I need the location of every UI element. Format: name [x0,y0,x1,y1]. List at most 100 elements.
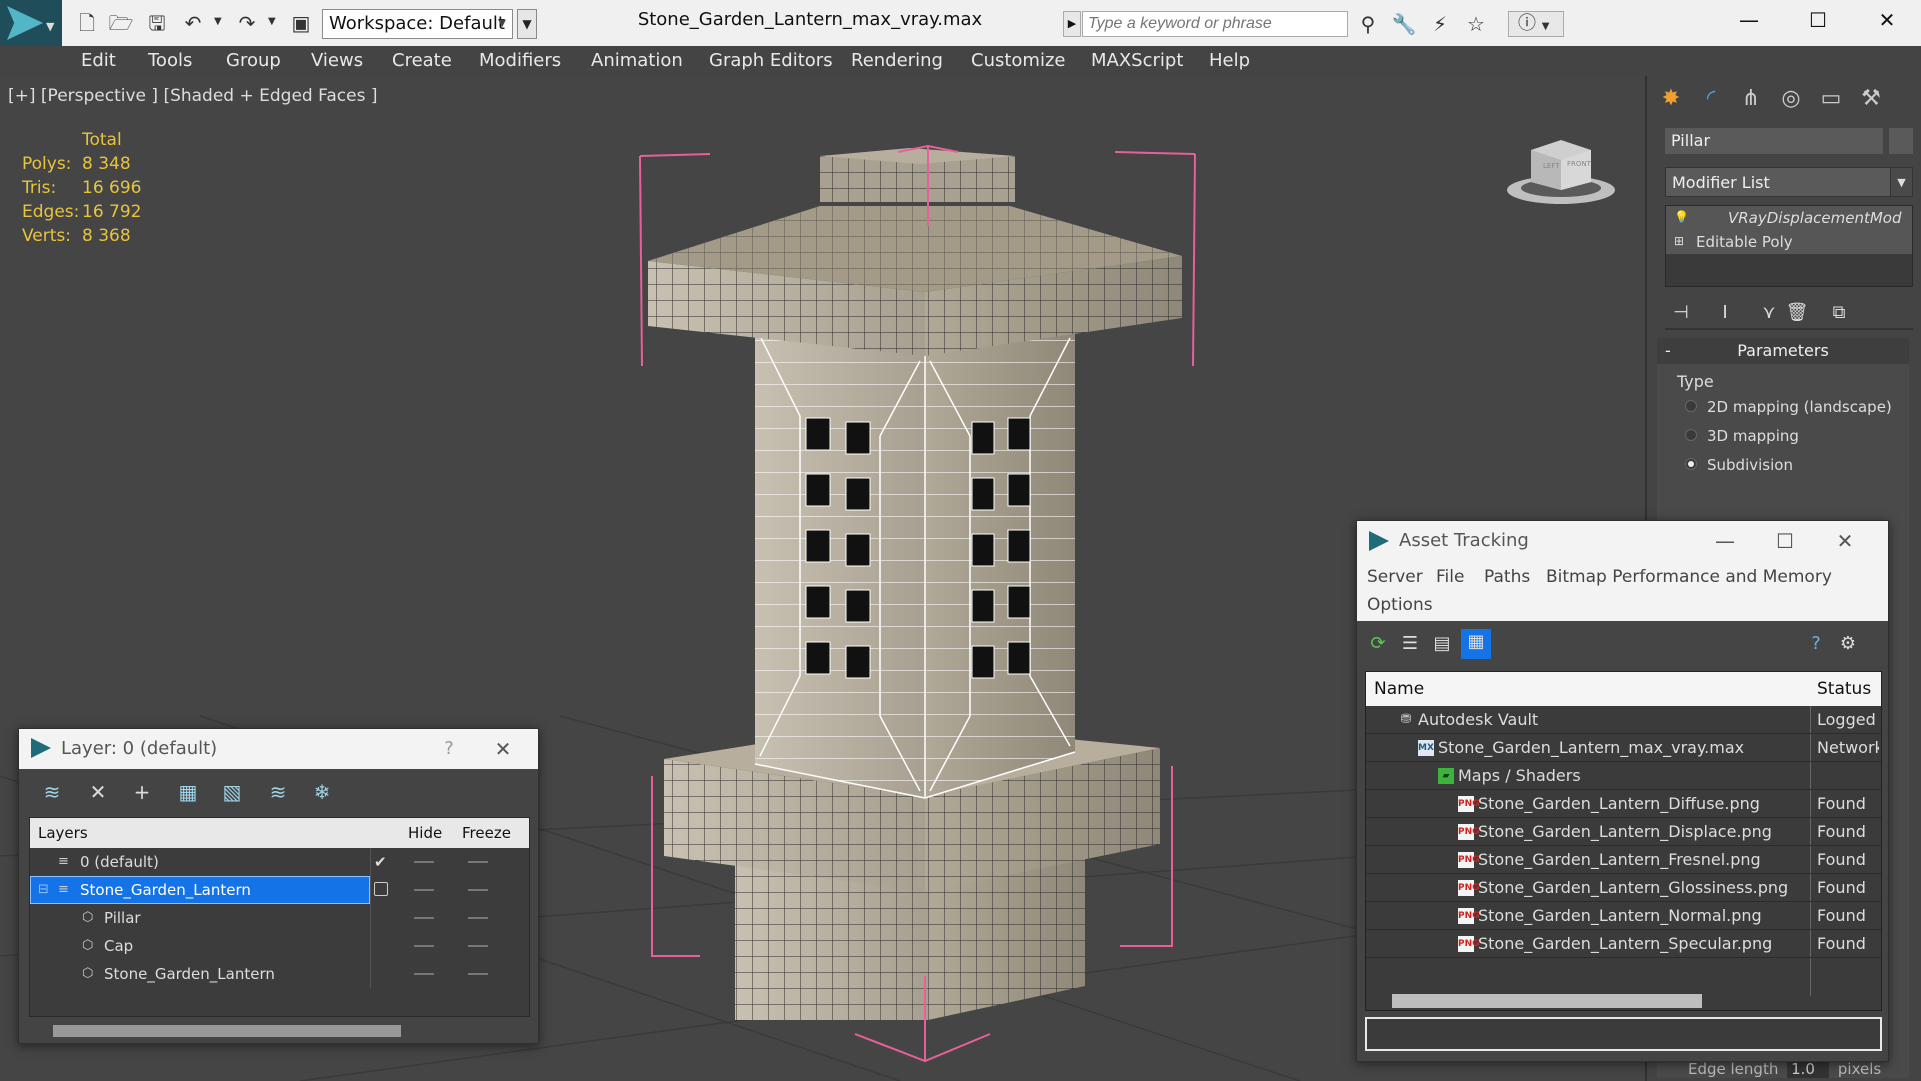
maximize-button[interactable]: ☐ [1783,0,1853,40]
asset-row[interactable]: ▰ Maps / Shaders [1366,762,1881,790]
menu-server[interactable]: Server [1367,567,1423,587]
workspace-menu-button[interactable]: ▼ [517,9,537,39]
hide-toggle[interactable] [414,945,434,947]
hide-toggle[interactable] [414,917,434,919]
freeze-toggle[interactable] [468,945,488,947]
binoculars-icon[interactable]: ⚲ [1354,11,1382,37]
layer-row[interactable]: ≡ 0 (default) ✔ [30,848,529,876]
menu-views[interactable]: Views [311,46,363,76]
hide-toggle[interactable] [414,889,434,891]
layer-row-selected[interactable]: ⊟ ≡ Stone_Garden_Lantern [30,876,529,904]
freeze-toggle[interactable] [468,889,488,891]
object-name-field[interactable]: Pillar [1665,128,1883,154]
menu-help[interactable]: Help [1209,46,1250,76]
horizontal-scrollbar[interactable] [53,1025,401,1037]
maximize-button[interactable]: ☐ [1767,521,1803,561]
asset-row[interactable]: ⛃ Autodesk Vault Logged Out [1366,706,1881,734]
object-row[interactable]: ⬡ Pillar [30,904,529,932]
add-to-layer-icon[interactable]: + [129,779,155,805]
help-icon[interactable]: ? [1803,631,1829,657]
collapse-minus-icon[interactable]: ⊟ [38,883,52,897]
radio-button[interactable] [1685,428,1697,441]
asset-row[interactable]: PNG Stone_Garden_Lantern_Specular.png Fo… [1366,930,1881,958]
close-button[interactable]: ✕ [1827,521,1863,561]
app-menu-button[interactable]: ▼ [0,0,62,46]
asset-row[interactable]: PNG Stone_Garden_Lantern_Diffuse.png Fou… [1366,790,1881,818]
motion-tab-icon[interactable]: ◎ [1775,82,1807,116]
radio-2d-mapping[interactable]: 2D mapping (landscape) [1685,396,1892,418]
freeze-toggle[interactable] [468,861,488,863]
expand-plus-icon[interactable]: ⊞ [1674,235,1687,248]
settings-help-icon[interactable]: ⚙ [1835,631,1861,657]
hide-toggle[interactable] [414,973,434,975]
pin-stack-icon[interactable]: ⊣ [1667,300,1695,326]
menu-edit[interactable]: Edit [81,46,116,76]
column-header-layers[interactable]: Layers [38,818,88,848]
search-expand-button[interactable]: ▶ [1063,11,1081,37]
help-button[interactable]: ⓘ ▼ [1508,11,1564,37]
close-button[interactable]: ✕ [485,729,521,769]
viewcube[interactable]: LEFT FRONT [1505,132,1617,212]
utilities-tab-icon[interactable]: ⚒ [1855,82,1887,116]
create-tab-icon[interactable]: ✸ [1655,82,1687,116]
menu-rendering[interactable]: Rendering [851,46,943,76]
asset-row[interactable]: MX Stone_Garden_Lantern_max_vray.max Net… [1366,734,1881,762]
asset-row[interactable]: PNG Stone_Garden_Lantern_Displace.png Fo… [1366,818,1881,846]
horizontal-scrollbar[interactable] [1392,994,1702,1008]
select-layer-icon[interactable]: ▧ [219,779,245,805]
column-header-name[interactable]: Name [1374,672,1424,706]
menu-create[interactable]: Create [392,46,452,76]
undo-icon[interactable]: ↶ [180,11,206,35]
radio-3d-mapping[interactable]: 3D mapping [1685,425,1799,447]
asset-row[interactable]: PNG Stone_Garden_Lantern_Normal.png Foun… [1366,902,1881,930]
menu-file[interactable]: File [1436,567,1464,587]
menu-graph-editors[interactable]: Graph Editors [709,46,833,76]
delete-layer-icon[interactable]: ✕ [85,779,111,805]
workspace-select[interactable]: Workspace: Default ▼ [322,9,513,39]
set-current-checkbox[interactable] [374,882,388,896]
menu-customize[interactable]: Customize [971,46,1065,76]
minimize-button[interactable]: — [1707,521,1743,561]
menu-animation[interactable]: Animation [591,46,683,76]
remove-modifier-icon[interactable]: 🗑 [1783,300,1811,326]
asset-row[interactable]: PNG Stone_Garden_Lantern_Fresnel.png Fou… [1366,846,1881,874]
menu-bitmap-performance[interactable]: Bitmap Performance and Memory [1546,567,1832,587]
star-icon[interactable]: ☆ [1462,11,1490,37]
radio-subdivision[interactable]: Subdivision [1685,454,1793,476]
select-objects-icon[interactable]: ▦ [175,779,201,805]
hierarchy-tab-icon[interactable]: ⋔ [1735,82,1767,116]
modify-tab-icon[interactable]: ◜ [1695,82,1727,116]
redo-icon[interactable]: ↷ [234,11,260,35]
wrench-icon[interactable]: 🔧 [1390,11,1418,37]
menu-paths[interactable]: Paths [1484,567,1530,587]
layer-window-titlebar[interactable]: Layer: 0 (default) ? ✕ [19,729,538,769]
menu-maxscript[interactable]: MAXScript [1091,46,1183,76]
search-input[interactable] [1082,11,1348,37]
refresh-icon[interactable]: ⟳ [1365,631,1391,657]
menu-options[interactable]: Options [1367,595,1433,615]
modifier-list-dropdown[interactable]: Modifier List ▼ [1665,167,1913,197]
thumbnail-view-icon[interactable]: ▤ [1429,631,1455,657]
table-view-icon[interactable]: ▦ [1461,629,1491,659]
stack-item-vraydisplacementmod[interactable]: 💡 VRayDisplacementMod [1666,206,1912,230]
radio-button-selected[interactable] [1685,457,1697,470]
stack-item-editable-poly[interactable]: ⊞ Editable Poly [1666,230,1912,254]
column-header-status[interactable]: Status [1817,672,1871,706]
open-file-icon[interactable]: 🗁 [108,11,134,35]
display-tab-icon[interactable]: ▭ [1815,82,1847,116]
new-file-icon[interactable]: 🗋 [74,11,100,35]
help-button[interactable]: ? [431,729,467,769]
hide-toggle[interactable] [414,861,434,863]
make-unique-icon[interactable]: ⋎ [1755,300,1783,326]
freeze-toggle[interactable] [468,917,488,919]
comm-center-icon[interactable]: ⚡ [1426,11,1454,37]
freeze-all-icon[interactable]: ❄ [309,779,335,805]
project-folder-icon[interactable]: ▣ [288,11,314,35]
configure-sets-icon[interactable]: ⧉ [1825,300,1853,326]
undo-dropdown-icon[interactable]: ▼ [214,16,222,27]
freeze-toggle[interactable] [468,973,488,975]
radio-button[interactable] [1685,399,1697,412]
checkmark-icon[interactable]: ✔ [374,848,387,876]
menu-group[interactable]: Group [226,46,281,76]
object-color-swatch[interactable] [1889,128,1913,154]
